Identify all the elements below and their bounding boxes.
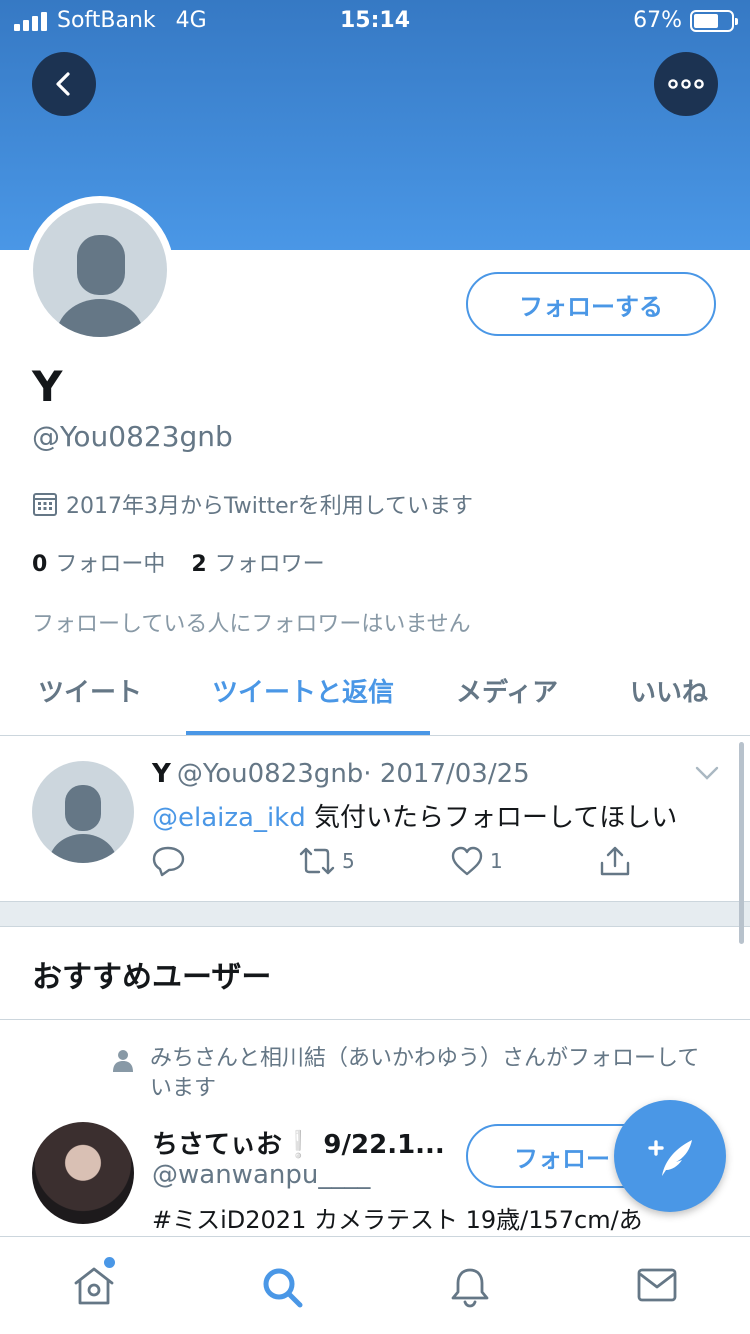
follow-counts: 0 フォロー中 2 フォロワー: [32, 546, 325, 578]
joined-text: 2017年3月からTwitterを利用しています: [66, 494, 474, 519]
battery-percent: 67%: [633, 8, 682, 33]
section-separator: [0, 901, 750, 927]
tweet-mention[interactable]: @elaiza_ikd: [152, 803, 306, 833]
followers-count: 2: [191, 552, 207, 577]
profile-avatar[interactable]: [26, 196, 174, 344]
followers-link[interactable]: 2 フォロワー: [191, 546, 324, 578]
chevron-down-icon[interactable]: [694, 765, 720, 781]
tweet-body: 気付いたらフォローしてほしい: [305, 803, 678, 833]
joined-date: 2017年3月からTwitterを利用しています: [32, 488, 473, 520]
recommended-user-handle: @wanwanpu____: [152, 1160, 371, 1190]
recommended-user-avatar[interactable]: [32, 1122, 134, 1224]
retweet-count: 5: [342, 849, 355, 873]
battery-icon: [690, 9, 738, 32]
mutual-followers-note: フォローしている人にフォロワーはいません: [32, 612, 471, 637]
bottom-tab-bar: [0, 1236, 750, 1334]
mail-icon[interactable]: [636, 1265, 678, 1305]
profile-handle: @You0823gnb: [32, 420, 233, 453]
divider: [0, 1019, 750, 1020]
tweet-header: Y @You0823gnb· 2017/03/25: [152, 759, 530, 789]
default-avatar-icon: [49, 785, 117, 863]
like-count: 1: [490, 849, 503, 873]
context-text: みちさんと相川結（あいかわゆう）さんがフォローしています: [150, 1046, 700, 1101]
profile-tabs: ツイート ツイートと返信 メディア いいね: [0, 650, 750, 736]
recommended-users-heading: おすすめユーザー: [32, 960, 272, 995]
tweet-author-name: Y: [152, 759, 171, 789]
tweet[interactable]: Y @You0823gnb· 2017/03/25 @elaiza_ikd 気付い…: [0, 737, 750, 901]
notification-dot: [104, 1257, 115, 1268]
person-icon: [113, 1050, 133, 1072]
tweet-avatar[interactable]: [32, 761, 134, 863]
profile-name: Y: [32, 362, 63, 411]
scrollbar[interactable]: [739, 742, 744, 944]
retweet-button[interactable]: 5: [298, 845, 355, 877]
following-count: 0: [32, 552, 48, 577]
more-button[interactable]: [654, 52, 718, 116]
calendar-icon: [33, 493, 57, 516]
like-icon: [451, 846, 483, 876]
following-label: フォロー中: [55, 552, 166, 577]
tab-tweets[interactable]: ツイート: [38, 672, 142, 709]
tweet-author-handle: @You0823gnb: [176, 759, 364, 789]
active-tab-indicator: [186, 731, 430, 735]
recommended-user-bio: #ミスiD2021 カメラテスト 19歳/157cm/あ: [152, 1206, 643, 1234]
follow-button[interactable]: フォローする: [466, 272, 716, 336]
more-icon: [668, 79, 704, 89]
following-link[interactable]: 0 フォロー中: [32, 546, 165, 578]
retweet-icon: [299, 847, 335, 875]
default-avatar-icon: [56, 235, 144, 337]
followers-label: フォロワー: [214, 552, 325, 577]
tweet-actions: 5 1: [152, 845, 652, 885]
status-bar: SoftBank 4G 15:14 67%: [0, 0, 750, 40]
tweet-date: · 2017/03/25: [363, 759, 530, 789]
tweet-text: @elaiza_ikd 気付いたらフォローしてほしい: [152, 797, 677, 834]
tab-tweets-and-replies[interactable]: ツイートと返信: [212, 672, 394, 709]
tab-likes[interactable]: いいね: [630, 672, 708, 709]
recommendation-context: みちさんと相川結（あいかわゆう）さんがフォローしています: [112, 1044, 712, 1104]
home-icon[interactable]: [72, 1265, 116, 1307]
back-icon: [56, 72, 70, 96]
like-button[interactable]: 1: [450, 845, 503, 877]
share-icon: [600, 846, 630, 876]
bell-icon[interactable]: [448, 1265, 492, 1309]
compose-icon: [648, 1140, 692, 1176]
reply-icon: [152, 846, 185, 877]
compose-tweet-button[interactable]: [614, 1100, 726, 1212]
tab-media[interactable]: メディア: [456, 672, 558, 709]
share-button[interactable]: [598, 845, 632, 877]
reply-button[interactable]: [152, 845, 186, 877]
search-icon[interactable]: [260, 1265, 306, 1311]
recommended-user-name[interactable]: ちさてぃお❕ 9/22.1...: [152, 1124, 445, 1161]
back-button[interactable]: [32, 52, 96, 116]
